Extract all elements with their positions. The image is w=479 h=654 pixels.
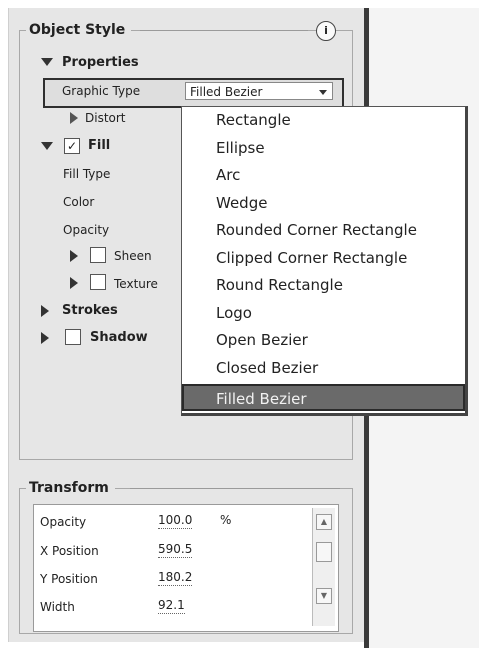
transform-width-value[interactable]: 92.1 — [158, 597, 185, 614]
transform-title-rule — [130, 488, 340, 489]
sheen-checkbox[interactable] — [90, 247, 106, 263]
dropdown-option-closed-bezier[interactable]: Closed Bezier — [216, 358, 318, 378]
fill-checkbox[interactable]: ✓ — [64, 138, 80, 154]
dropdown-option-clipped-corner-rectangle[interactable]: Clipped Corner Rectangle — [216, 248, 407, 268]
texture-label: Texture — [114, 277, 158, 291]
dropdown-option-arc[interactable]: Arc — [216, 165, 240, 185]
opacity-label: Opacity — [63, 223, 110, 237]
distort-expand-icon[interactable] — [70, 112, 78, 124]
transform-x-position-label: X Position — [40, 544, 99, 558]
transform-title: Transform — [26, 479, 115, 497]
strokes-label[interactable]: Strokes — [62, 303, 118, 319]
dropdown-option-ellipse[interactable]: Ellipse — [216, 138, 265, 158]
texture-checkbox[interactable] — [90, 274, 106, 290]
graphic-type-select[interactable]: Filled Bezier — [185, 82, 333, 100]
object-style-title-rule — [140, 30, 308, 31]
dropdown-option-rectangle[interactable]: Rectangle — [216, 110, 291, 130]
chevron-down-icon — [319, 90, 327, 95]
transform-width-label: Width — [40, 600, 75, 614]
scroll-up-icon[interactable]: ▲ — [316, 514, 332, 530]
distort-label[interactable]: Distort — [85, 110, 126, 126]
dropdown-option-rounded-corner-rectangle[interactable]: Rounded Corner Rectangle — [216, 220, 417, 240]
dropdown-selected-label: Filled Bezier — [216, 390, 307, 408]
fill-type-label: Fill Type — [63, 167, 111, 181]
texture-expand-icon[interactable] — [70, 277, 78, 289]
sheen-expand-icon[interactable] — [70, 250, 78, 262]
fill-label: Fill — [88, 138, 111, 153]
sheen-label: Sheen — [114, 249, 152, 263]
dropdown-option-open-bezier[interactable]: Open Bezier — [216, 330, 308, 350]
transform-opacity-value[interactable]: 100.0 — [158, 512, 193, 529]
graphic-type-dropdown: Rectangle Ellipse Arc Wedge Rounded Corn… — [181, 106, 468, 416]
scroll-down-icon[interactable]: ▼ — [316, 588, 332, 604]
object-style-title: Object Style — [26, 21, 132, 39]
transform-scrollbar[interactable]: ▲ ▼ — [312, 508, 335, 626]
graphic-type-value: Filled Bezier — [190, 85, 263, 99]
transform-opacity-label: Opacity — [40, 515, 87, 529]
graphic-type-label: Graphic Type — [62, 84, 141, 98]
dropdown-option-wedge[interactable]: Wedge — [216, 193, 267, 213]
transform-x-position-value[interactable]: 590.5 — [158, 541, 193, 558]
transform-y-position-label: Y Position — [40, 572, 98, 586]
strokes-expand-icon[interactable] — [41, 305, 49, 317]
shadow-expand-icon[interactable] — [41, 332, 49, 344]
properties-expand-icon[interactable] — [41, 58, 53, 66]
dropdown-option-logo[interactable]: Logo — [216, 303, 252, 323]
transform-opacity-unit: % — [220, 513, 232, 527]
dropdown-option-round-rectangle[interactable]: Round Rectangle — [216, 275, 343, 295]
dropdown-option-filled-bezier[interactable]: Filled Bezier — [182, 384, 465, 411]
info-icon[interactable]: i — [316, 21, 336, 41]
transform-y-position-value[interactable]: 180.2 — [158, 569, 193, 586]
fill-expand-icon[interactable] — [41, 142, 53, 150]
scroll-thumb[interactable] — [316, 542, 332, 562]
shadow-checkbox[interactable] — [65, 329, 81, 345]
shadow-label: Shadow — [90, 330, 148, 345]
color-label: Color — [63, 195, 95, 209]
properties-label[interactable]: Properties — [62, 55, 139, 71]
